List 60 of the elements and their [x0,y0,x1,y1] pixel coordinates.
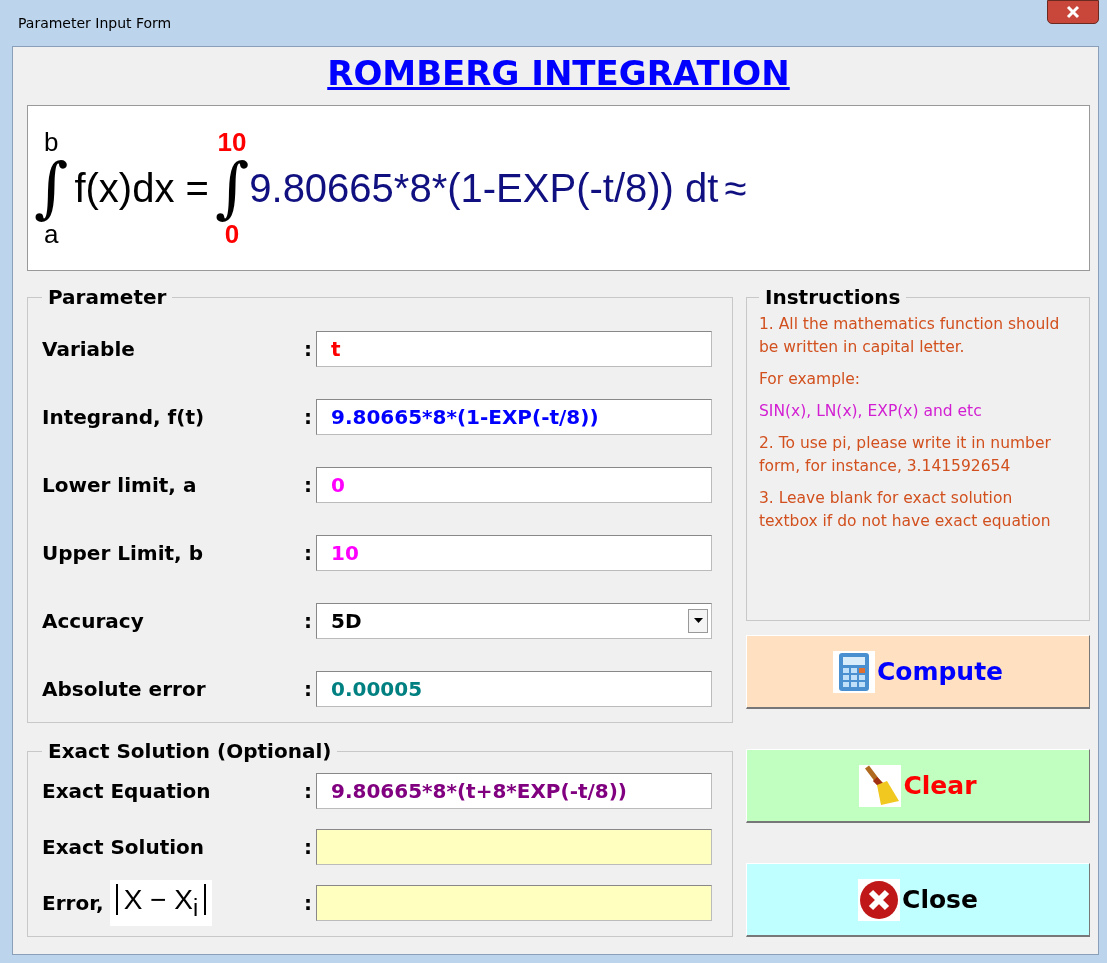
colon: : [304,677,313,701]
instruction-text: 2. To use pi, please write it in number form, for instance, 3.141592654 [759,433,1052,477]
integrand-expression: 9.80665*8*(1-EXP(-t/8)) dt [249,165,719,211]
instruction-text: SIN(x), LN(x), EXP(x) and etc [759,401,983,422]
field-label: Error, [42,891,104,915]
broom-icon [859,764,902,807]
field-value: 9.80665*8*(1-EXP(-t/8)) [331,405,599,429]
group-legend: Parameter [42,285,173,309]
lower-limit: 0 [224,221,240,247]
field-label: Variable [42,337,136,361]
field-label: Integrand, f(t) [42,405,206,429]
instruction-text: For example: [759,369,862,390]
field-value: 9.80665*8*(t+8*EXP(-t/8)) [331,779,627,803]
group-legend: Instructions [759,285,907,309]
input-field[interactable] [316,829,712,865]
integral-sign: ∫ [34,155,69,221]
colon: : [304,541,313,565]
close-button[interactable] [1047,0,1099,24]
lower-bound: a [43,221,59,247]
input-field[interactable] [316,885,712,921]
compute-button[interactable]: Compute [746,635,1090,709]
field-label: Absolute error [42,677,207,701]
colon: : [304,779,313,803]
close-icon [858,878,901,921]
field-value: t [331,337,341,361]
error-formula: X − X$_{i}$ [109,880,213,926]
formula-lhs: f(x)dx = [74,165,209,211]
form-heading: ROMBERG INTEGRATION [327,53,790,93]
field-label: Accuracy [42,609,145,633]
field-value: 10 [331,541,359,565]
close-button[interactable]: Close [746,863,1090,937]
input-field[interactable]: t [316,331,712,367]
input-field[interactable]: 0.00005 [316,671,712,707]
close-icon [1064,5,1082,19]
field-label: Upper Limit, b [42,541,204,565]
field-value: 0 [331,473,345,497]
field-label: Lower limit, a [42,473,198,497]
input-field[interactable]: 9.80665*8*(t+8*EXP(-t/8)) [316,773,712,809]
upper-limit: 10 [217,129,247,155]
colon: : [304,609,313,633]
dropdown-field[interactable]: 5D [316,603,712,639]
upper-bound: b [43,129,59,155]
colon: : [304,473,313,497]
calculator-icon [832,650,875,693]
field-value: 0.00005 [331,677,423,701]
colon: : [304,891,313,915]
field-value: 5D [331,609,362,633]
clear-button[interactable]: Clear [746,749,1090,823]
colon: : [304,337,313,361]
field-label: Exact Solution [42,835,205,859]
group-legend: Exact Solution (Optional) [42,739,338,763]
colon: : [304,405,313,429]
instruction-text: 1. All the mathematics function should be written in capital letter. [759,314,1061,358]
integral-sign: ∫ [214,155,250,221]
instruction-text: 3. Leave blank for exact solution textbox if do not have exact equation [759,488,1052,532]
colon: : [304,835,313,859]
window-title: Parameter Input Form [17,15,172,31]
approx-sign: ≈ [724,165,747,211]
field-label: Exact Equation [42,779,211,803]
input-field[interactable]: 9.80665*8*(1-EXP(-t/8)) [316,399,712,435]
